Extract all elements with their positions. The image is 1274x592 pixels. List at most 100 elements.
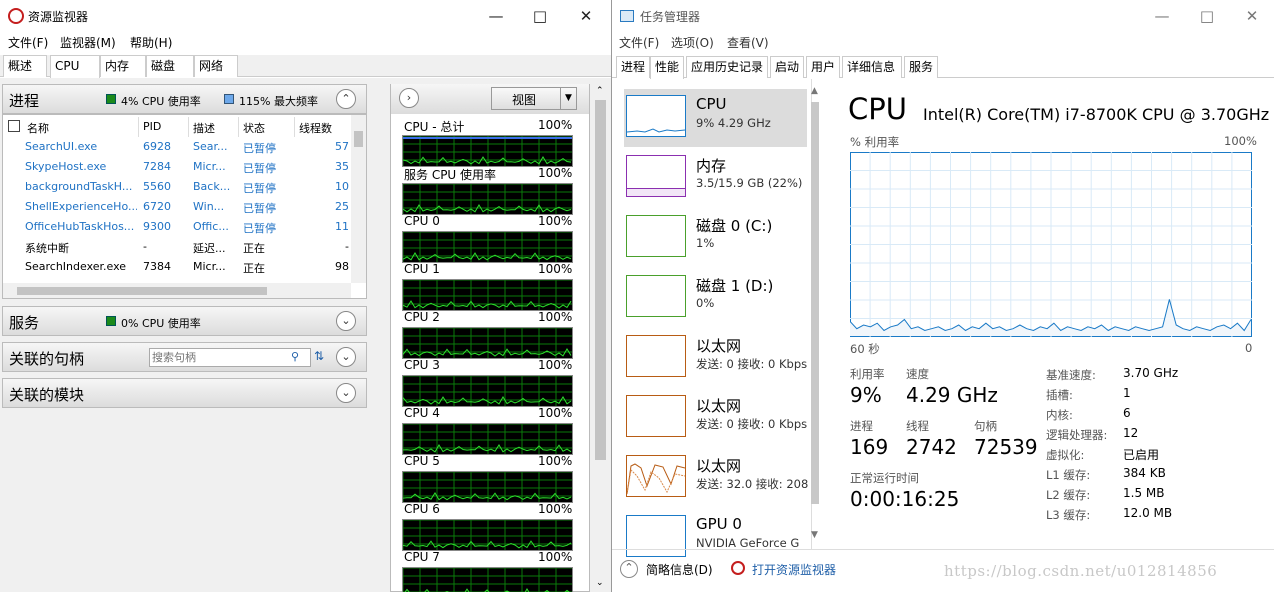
refresh-icon[interactable]: ⇅ — [314, 349, 324, 363]
search-handles-input[interactable] — [149, 348, 311, 367]
cell-name: backgroundTaskH... — [25, 180, 133, 193]
col-desc[interactable]: 描述 — [189, 117, 239, 137]
sidebar-scroll-thumb[interactable] — [811, 102, 819, 504]
modules-header[interactable]: 关联的模块 ⌄ — [2, 378, 367, 408]
table-row[interactable]: SearchUI.exe 6928 Sear... 已暂停 57 — [3, 137, 353, 157]
spec-key: 插槽: — [1046, 388, 1073, 402]
expand-modules-button[interactable]: ⌄ — [336, 383, 356, 403]
col-threads[interactable]: 线程数 — [295, 117, 353, 137]
sidebar-item-detail: 发送: 32.0 接收: 208 — [696, 477, 809, 491]
sidebar-item[interactable]: 磁盘 0 (C:) 1% — [624, 209, 807, 267]
table-row[interactable]: SkypeHost.exe 7284 Micr... 已暂停 35 — [3, 157, 353, 177]
process-hscroll-thumb[interactable] — [17, 287, 267, 295]
spec-key: 内核: — [1046, 408, 1073, 422]
table-row[interactable]: 系统中断 - 延迟... 正在 - — [3, 237, 353, 257]
collapse-graphs-button[interactable]: › — [399, 88, 419, 108]
sidebar-item[interactable]: 以太网 发送: 0 接收: 0 Kbps — [624, 389, 807, 447]
cpu-graph — [402, 183, 573, 215]
graphs-vscroll-thumb[interactable] — [595, 100, 606, 460]
tm-tab-processes[interactable]: 进程 — [616, 56, 650, 78]
tm-maximize-button[interactable]: □ — [1197, 6, 1217, 26]
open-resource-monitor-link[interactable]: 打开资源监视器 — [752, 561, 836, 578]
view-dropdown-arrow[interactable]: ▼ — [560, 88, 576, 109]
tm-minimize-button[interactable]: — — [1152, 6, 1172, 26]
tab-overview[interactable]: 概述 — [3, 55, 47, 77]
tm-close-button[interactable]: ✕ — [1242, 6, 1262, 26]
sidebar-scroll-down[interactable]: ▼ — [811, 530, 818, 540]
tm-tab-services[interactable]: 服务 — [904, 56, 938, 78]
minimize-button[interactable]: — — [486, 6, 506, 26]
view-button[interactable]: 视图 ▼ — [491, 87, 577, 110]
cell-desc: Micr... — [193, 260, 226, 273]
table-row[interactable]: OfficeHubTaskHos... 9300 Offic... 已暂停 11 — [3, 217, 353, 237]
table-row[interactable]: backgroundTaskH... 5560 Back... 已暂停 10 — [3, 177, 353, 197]
tab-memory[interactable]: 内存 — [100, 55, 146, 77]
maximize-button[interactable]: □ — [530, 6, 550, 26]
tm-menu-options[interactable]: 选项(O) — [671, 34, 714, 51]
tm-tab-startup[interactable]: 启动 — [770, 56, 804, 78]
processes-header[interactable]: 进程 4% CPU 使用率 115% 最大频率 ⌃ — [2, 84, 367, 114]
tm-tab-details[interactable]: 详细信息 — [842, 56, 902, 78]
graph-label: CPU 2 — [404, 310, 440, 324]
sidebar-item[interactable]: 以太网 发送: 32.0 接收: 208 — [624, 449, 809, 507]
cell-name: SearchUI.exe — [25, 140, 98, 153]
sidebar-thumbnail — [626, 335, 686, 377]
tm-tab-performance[interactable]: 性能 — [650, 56, 684, 79]
select-all-checkbox[interactable] — [8, 120, 20, 135]
cpu-graph — [402, 471, 573, 503]
services-header[interactable]: 服务 0% CPU 使用率 ⌄ — [2, 306, 367, 336]
tm-menu-file[interactable]: 文件(F) — [619, 34, 659, 51]
search-icon[interactable]: ⚲ — [291, 350, 299, 363]
graphs-vscroll-down[interactable]: ⌄ — [596, 578, 604, 588]
tm-menu-view[interactable]: 查看(V) — [727, 34, 769, 51]
tm-tab-users[interactable]: 用户 — [806, 56, 840, 78]
expand-services-button[interactable]: ⌄ — [336, 311, 356, 331]
sidebar-scroll-up[interactable]: ▲ — [811, 86, 818, 96]
sidebar-item[interactable]: 以太网 发送: 0 接收: 0 Kbps — [624, 329, 807, 387]
tab-network[interactable]: 网络 — [194, 55, 238, 77]
tm-titlebar[interactable]: 任务管理器 — □ ✕ — [612, 0, 1274, 32]
sidebar-item[interactable]: 内存 3.5/15.9 GB (22%) — [624, 149, 807, 207]
spec-key: 虚拟化: — [1046, 448, 1085, 462]
tab-disk[interactable]: 磁盘 — [146, 55, 194, 77]
table-row[interactable]: ShellExperienceHo... 6720 Win... 已暂停 25 — [3, 197, 353, 217]
process-hscroll[interactable] — [3, 283, 351, 298]
menu-monitor[interactable]: 监视器(M) — [60, 34, 116, 51]
cell-name: 系统中断 — [25, 242, 69, 255]
cell-status: 正在 — [243, 262, 265, 275]
col-status[interactable]: 状态 — [239, 117, 295, 137]
process-vscroll[interactable] — [351, 115, 366, 283]
collapse-processes-button[interactable]: ⌃ — [336, 89, 356, 109]
graph-label: CPU 1 — [404, 262, 440, 276]
sidebar-item[interactable]: 磁盘 1 (D:) 0% — [624, 269, 807, 327]
graphs-vscroll-up[interactable]: ⌃ — [596, 86, 604, 96]
processes-max-freq: 115% 最大频率 — [239, 95, 318, 108]
tm-app-icon — [620, 10, 634, 22]
cell-threads: 35 — [335, 160, 349, 173]
graphs-vscroll[interactable]: ⌃ ⌄ — [592, 84, 609, 592]
collapse-icon[interactable]: ⌃ — [620, 560, 638, 578]
menu-help[interactable]: 帮助(H) — [130, 34, 172, 51]
close-button[interactable]: ✕ — [576, 6, 596, 26]
process-vscroll-thumb[interactable] — [354, 131, 363, 147]
graph-label: CPU 7 — [404, 550, 440, 564]
sidebar-item[interactable]: CPU 9% 4.29 GHz — [624, 89, 807, 147]
cell-pid: 6720 — [143, 200, 171, 213]
col-name[interactable]: 名称 — [23, 117, 139, 137]
tm-tab-app-history[interactable]: 应用历史记录 — [686, 56, 768, 78]
summary-link[interactable]: 简略信息(D) — [646, 561, 713, 578]
menu-file[interactable]: 文件(F) — [8, 34, 48, 51]
tm-tabs: 进程 性能 应用历史记录 启动 用户 详细信息 服务 — [612, 56, 1274, 79]
table-row[interactable]: SearchIndexer.exe 7384 Micr... 正在 98 — [3, 257, 353, 277]
tab-cpu[interactable]: CPU — [50, 55, 100, 78]
tm-title: 任务管理器 — [640, 10, 701, 24]
graph-max-pct: 100% — [538, 118, 573, 132]
sidebar-item-name: 磁盘 1 (D:) — [696, 277, 774, 295]
rm-titlebar[interactable]: 资源监视器 — □ ✕ — [0, 0, 611, 32]
sidebar-item-detail: 9% 4.29 GHz — [696, 116, 771, 130]
expand-handles-button[interactable]: ⌄ — [336, 347, 356, 367]
handles-header[interactable]: 关联的句柄 ⚲ ⇅ ⌄ — [2, 342, 367, 372]
processes-title: 进程 — [9, 92, 40, 110]
sidebar-vscroll[interactable]: ▲ ▼ — [809, 86, 823, 546]
col-pid[interactable]: PID — [139, 117, 189, 137]
